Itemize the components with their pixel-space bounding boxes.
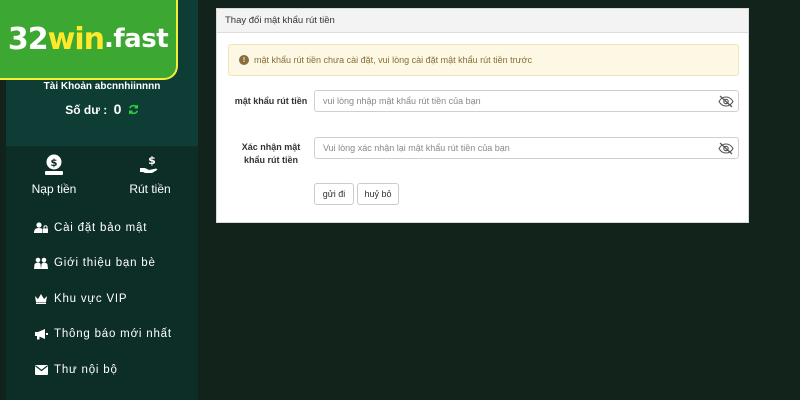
cancel-button[interactable]: huỷ bỏ xyxy=(357,183,399,205)
friends-icon xyxy=(34,257,48,270)
sidebar-item-label: Thư nội bộ xyxy=(54,363,118,376)
quick-actions: $ Nạp tiền $ Rút tiền xyxy=(6,146,198,206)
sidebar-item-label: Cài đặt bảo mật xyxy=(54,221,148,234)
info-icon: ! xyxy=(239,55,249,65)
alert-text: mật khẩu rút tiền chưa cài đặt, vui lòng… xyxy=(254,55,533,65)
sidebar-item-label: Khu vực VIP xyxy=(54,292,128,305)
confirm-password-label: Xác nhận mật khẩu rút tiền xyxy=(241,142,301,165)
warning-alert: ! mật khẩu rút tiền chưa cài đặt, vui lò… xyxy=(228,44,739,76)
withdraw-password-field xyxy=(314,90,739,112)
user-lock-icon xyxy=(34,222,48,234)
refresh-icon[interactable] xyxy=(128,104,139,118)
deposit-button[interactable]: $ Nạp tiền xyxy=(6,154,102,196)
account-name: Tài Khoản abcnnhiinnnn xyxy=(43,81,161,92)
balance-label: Số dư : xyxy=(65,103,108,117)
deposit-icon: $ xyxy=(45,154,63,175)
sidebar-item-label: Thông báo mới nhất xyxy=(54,328,172,341)
sidebar-item-referral[interactable]: Giới thiệu bạn bè xyxy=(6,246,198,282)
envelope-icon xyxy=(34,364,48,375)
confirm-password-input[interactable] xyxy=(315,138,710,158)
site-logo[interactable]: 32 win .fast xyxy=(0,0,178,80)
submit-button[interactable]: gửi đi xyxy=(314,183,354,205)
confirm-password-field xyxy=(314,137,739,159)
withdraw-button[interactable]: $ Rút tiền xyxy=(102,154,198,196)
withdraw-icon: $ xyxy=(140,154,158,173)
sidebar-item-notifications[interactable]: Thông báo mới nhất xyxy=(6,317,198,353)
balance-row: Số dư : 0 xyxy=(6,101,198,118)
eye-slash-icon[interactable] xyxy=(718,142,734,155)
sidebar-item-label: Giới thiệu bạn bè xyxy=(54,257,156,270)
balance-value: 0 xyxy=(113,101,122,117)
crown-icon xyxy=(34,293,48,305)
withdraw-password-panel: Thay đổi mật khẩu rút tiền ! mật khẩu rú… xyxy=(216,8,749,223)
sidebar-menu: Cài đặt bảo mật Giới thiệu bạn bè Khu vự… xyxy=(6,210,198,388)
sidebar-item-vip[interactable]: Khu vực VIP xyxy=(6,281,198,317)
svg-text:$: $ xyxy=(51,158,58,169)
logo-number: 32 xyxy=(7,21,49,57)
logo-fast: .fast xyxy=(103,24,169,54)
logo-win: win xyxy=(47,21,105,57)
withdraw-password-input[interactable] xyxy=(315,91,710,111)
panel-title: Thay đổi mật khẩu rút tiền xyxy=(217,9,748,33)
deposit-label: Nạp tiền xyxy=(31,182,77,196)
withdraw-label: Rút tiền xyxy=(129,182,171,196)
sidebar-item-inbox[interactable]: Thư nội bộ xyxy=(6,352,198,388)
svg-text:$: $ xyxy=(148,154,156,167)
eye-slash-icon[interactable] xyxy=(718,95,734,108)
withdraw-password-label: mật khẩu rút tiền xyxy=(234,96,308,106)
megaphone-icon xyxy=(34,328,48,340)
sidebar-item-security[interactable]: Cài đặt bảo mật xyxy=(6,210,198,246)
